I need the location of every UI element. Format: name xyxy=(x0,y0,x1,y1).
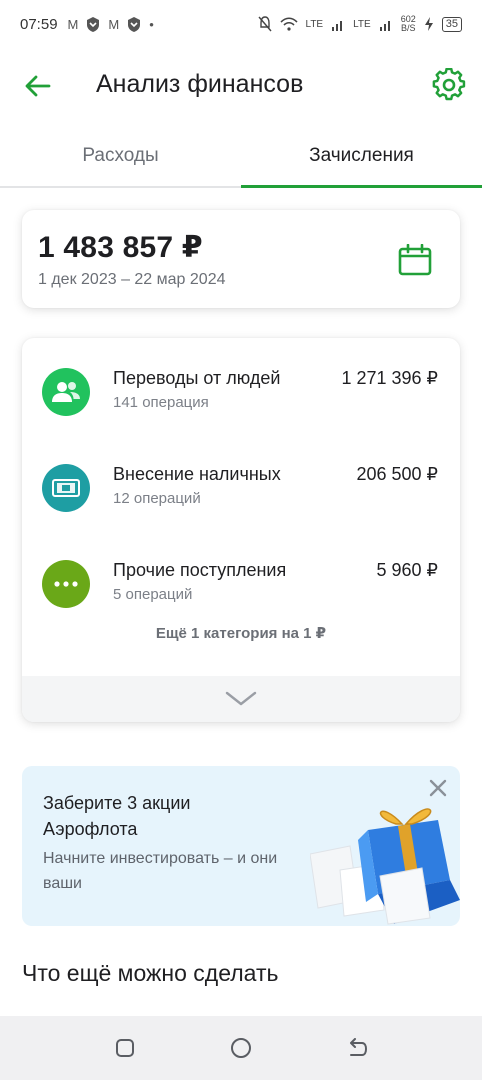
circle-icon xyxy=(231,1038,251,1058)
mute-icon xyxy=(257,16,272,32)
period-label: 1 дек 2023 – 22 мар 2024 xyxy=(38,271,226,288)
dot-icon: • xyxy=(149,16,154,32)
list-item[interactable]: Внесение наличных 12 операций 206 500 ₽ xyxy=(22,454,460,534)
signal-icon xyxy=(379,21,390,31)
app-header: Анализ финансов xyxy=(0,56,482,118)
category-name: Переводы от людей xyxy=(113,368,281,388)
list-item[interactable]: Переводы от людей 141 операция 1 271 396… xyxy=(22,358,460,438)
shield-icon xyxy=(87,16,100,32)
data-speed: 602 B/S xyxy=(400,14,416,33)
list-item[interactable]: Прочие поступления 5 операций 5 960 ₽ xyxy=(22,550,460,630)
home-button[interactable] xyxy=(228,1035,254,1061)
more-categories-label: Ещё 1 категория на 1 ₽ xyxy=(155,625,327,642)
status-bar: 07:59 M M • LTE LTE 602 B/S 35 xyxy=(0,0,482,48)
gear-icon[interactable] xyxy=(432,68,466,102)
gmail-icon: M xyxy=(67,16,79,32)
gmail-icon: M xyxy=(108,16,120,32)
promo-title: Заберите 3 акции Аэрофлота xyxy=(43,793,191,839)
category-count: 5 операций xyxy=(113,586,193,603)
promo-banner[interactable]: Заберите 3 акции Аэрофлота Начните инвес… xyxy=(22,766,460,926)
status-time: 07:59 xyxy=(20,15,58,33)
category-count: 141 операция xyxy=(113,394,209,411)
tab-bar: Расходы Зачисления xyxy=(0,130,482,188)
square-icon xyxy=(116,1039,134,1057)
back-arrow-icon[interactable] xyxy=(22,70,54,102)
promo-subtitle: Начните инвестировать – и они ваши xyxy=(43,850,278,892)
category-amount: 1 271 396 ₽ xyxy=(341,368,438,388)
recents-button[interactable] xyxy=(112,1035,138,1061)
signal-icon xyxy=(332,21,343,31)
total-amount: 1 483 857 ₽ xyxy=(38,231,203,264)
system-nav-bar xyxy=(0,1016,482,1080)
back-button[interactable] xyxy=(344,1035,370,1061)
more-dots-icon xyxy=(42,560,90,608)
section-title: Что ещё можно сделать xyxy=(22,960,279,986)
network-type: LTE xyxy=(305,18,324,30)
back-icon xyxy=(350,1038,368,1056)
system-icons: LTE LTE 602 B/S 35 xyxy=(257,14,462,33)
tab-expenses[interactable]: Расходы xyxy=(0,130,241,186)
charging-icon xyxy=(424,17,433,31)
expand-button[interactable] xyxy=(22,676,460,722)
category-amount: 5 960 ₽ xyxy=(376,560,439,580)
category-name: Внесение наличных xyxy=(113,464,281,484)
category-name: Прочие поступления xyxy=(113,560,287,580)
gift-box-icon xyxy=(310,808,460,925)
people-icon xyxy=(42,368,90,416)
wifi-icon xyxy=(279,17,298,31)
battery-icon: 35 xyxy=(441,16,462,32)
category-count: 12 операций xyxy=(113,490,201,507)
cash-icon xyxy=(42,464,90,512)
tab-income[interactable]: Зачисления xyxy=(241,130,482,188)
categories-card: Переводы от людей 141 операция 1 271 396… xyxy=(22,338,460,722)
network-type: LTE xyxy=(353,18,371,30)
summary-card[interactable]: 1 483 857 ₽ 1 дек 2023 – 22 мар 2024 xyxy=(22,210,460,308)
page-title: Анализ финансов xyxy=(96,70,304,98)
chevron-down-icon xyxy=(225,691,257,706)
notification-icons: M M • xyxy=(67,16,154,32)
category-amount: 206 500 ₽ xyxy=(356,464,438,484)
calendar-icon[interactable] xyxy=(398,244,432,276)
shield-icon xyxy=(128,16,141,32)
